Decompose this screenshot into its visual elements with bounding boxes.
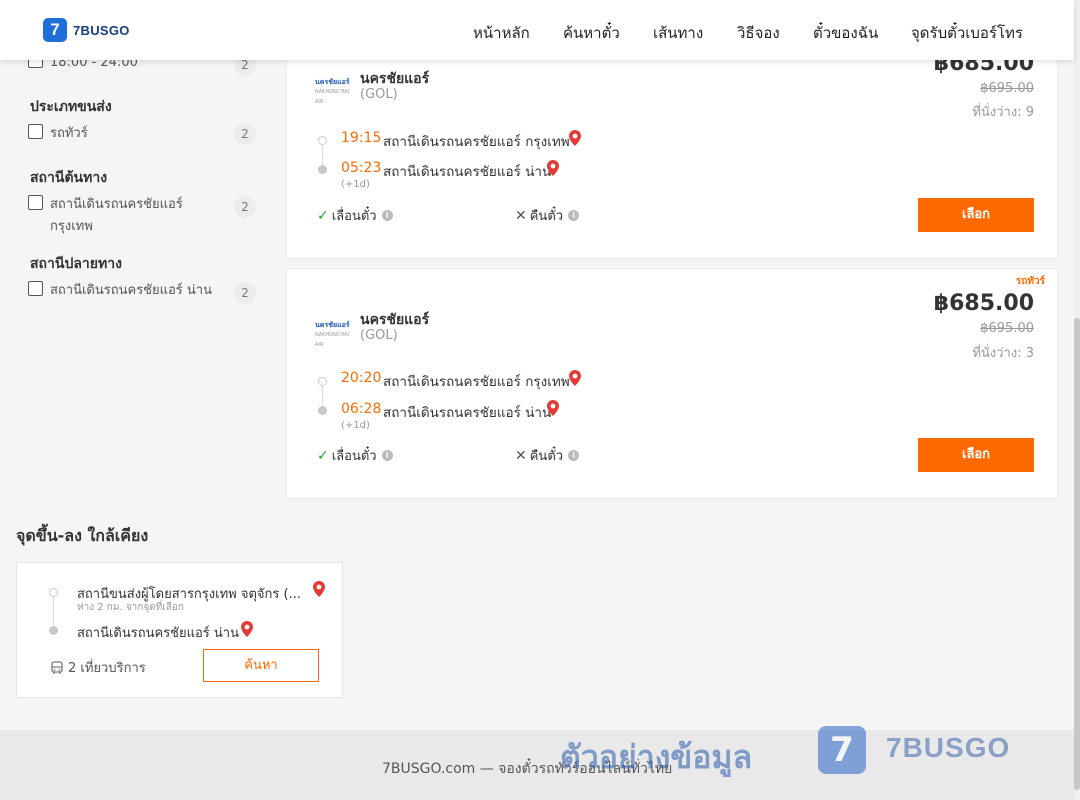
- map-pin-icon[interactable]: [547, 160, 559, 176]
- map-pin-icon[interactable]: [313, 581, 325, 597]
- cross-icon: ✕: [515, 207, 527, 224]
- depart-time: 19:15: [341, 130, 382, 146]
- sample-watermark: ตัวอย่างข้อมูล: [560, 738, 753, 776]
- checkbox[interactable]: [28, 195, 43, 210]
- to-dot: [49, 626, 58, 635]
- old-price: ฿695.00: [980, 321, 1034, 336]
- filter-origin-option[interactable]: สถานีเดินรถนครชัยแอร์ กรุงเทพ 2: [28, 194, 256, 238]
- map-pin-icon[interactable]: [569, 370, 581, 386]
- arrive-dot: [318, 165, 327, 174]
- nearby-route-card: สถานีขนส่งผู้โดยสารกรุงเทพ จตุจักร (... …: [16, 562, 343, 698]
- nearby-title: จุดขึ้น-ลง ใกล้เคียง: [16, 526, 149, 545]
- main-nav: หน้าหลัก ค้นหาตั๋ว เส้นทาง วิธีจอง ตั๋วข…: [0, 0, 1074, 60]
- count-badge: 2: [234, 196, 256, 218]
- depart-time: 20:20: [341, 370, 382, 386]
- select-trip-button[interactable]: เลือก: [918, 198, 1034, 232]
- trip-card: รถทัวร์ นครชัยแอร์ NAKHONCHAI AIR นครชัยแ…: [286, 268, 1058, 499]
- filter-destination-option[interactable]: สถานีเดินรถนครชัยแอร์ น่าน 2: [28, 280, 256, 304]
- change-ticket-label: เลื่อนตั๋ว: [331, 449, 377, 464]
- checkbox[interactable]: [28, 281, 43, 296]
- arrive-dot: [318, 406, 327, 415]
- check-icon: ✓: [317, 447, 329, 464]
- depart-dot: [318, 377, 327, 386]
- operator-logo: นครชัยแอร์ NAKHONCHAI AIR: [315, 321, 350, 348]
- arrive-station: สถานีเดินรถนครชัยแอร์ น่าน: [383, 405, 552, 421]
- refund-feature: ✕ คืนตั๋ว i: [515, 205, 580, 226]
- info-icon[interactable]: i: [568, 210, 580, 221]
- nav-routes[interactable]: เส้นทาง: [653, 21, 703, 45]
- filter-transport-option[interactable]: รถทัวร์ 2: [28, 123, 256, 145]
- check-icon: ✓: [317, 207, 329, 224]
- count-badge: 2: [234, 282, 256, 304]
- depart-dot: [318, 136, 327, 145]
- arrive-time: 06:28: [341, 401, 382, 417]
- seats-available: ที่นั่งว่าง: 3: [972, 346, 1034, 361]
- filter-title-origin: สถานีต้นทาง: [30, 170, 108, 186]
- cross-icon: ✕: [515, 447, 527, 464]
- route-line: [322, 145, 323, 165]
- nearby-distance: ห่าง 2 กม. จากจุดที่เลือก: [77, 602, 184, 613]
- depart-station: สถานีเดินรถนครชัยแอร์ กรุงเทพ: [383, 134, 570, 150]
- route-line: [53, 597, 54, 625]
- trip-card: นครชัยแอร์ NAKHONCHAI AIR นครชัยแอร์ (GOL…: [286, 30, 1058, 259]
- watermark-logo-mark: 7: [818, 726, 866, 774]
- nearby-to-station: สถานีเดินรถนครชัยแอร์ น่าน: [77, 626, 239, 641]
- filter-title-destination: สถานีปลายทาง: [30, 256, 122, 272]
- info-icon[interactable]: i: [381, 450, 393, 461]
- change-ticket-label: เลื่อนตั๋ว: [331, 209, 377, 224]
- operator-logo: นครชัยแอร์ NAKHONCHAI AIR: [315, 78, 350, 105]
- refund-label: คืนตั๋ว: [529, 449, 564, 464]
- depart-station: สถานีเดินรถนครชัยแอร์ กรุงเทพ: [383, 374, 570, 390]
- info-icon[interactable]: i: [381, 210, 393, 221]
- watermark-logo-text: 7BUSGO: [886, 732, 1011, 763]
- filter-origin-label: สถานีเดินรถนครชัยแอร์ กรุงเทพ: [50, 197, 183, 234]
- change-ticket-feature: ✓ เลื่อนตั๋ว i: [317, 205, 393, 226]
- old-price: ฿695.00: [980, 81, 1034, 96]
- filter-destination-label: สถานีเดินรถนครชัยแอร์ น่าน: [50, 283, 212, 298]
- count-badge: 2: [234, 123, 256, 145]
- trip-price: ฿685.00: [933, 291, 1034, 316]
- top-header: 7 7BUSGO หน้าหลัก ค้นหาตั๋ว เส้นทาง วิธี…: [0, 0, 1074, 60]
- nearby-search-button[interactable]: ค้นหา: [203, 649, 319, 682]
- nav-search-ticket[interactable]: ค้นหาตั๋ว: [563, 21, 620, 45]
- bus-type-tag: รถทัวร์: [1015, 276, 1045, 287]
- next-day-marker: (+1d): [341, 179, 370, 190]
- operator-code: (GOL): [360, 328, 398, 343]
- arrive-station: สถานีเดินรถนครชัยแอร์ น่าน: [383, 164, 552, 180]
- nav-my-tickets[interactable]: ตั๋วของฉัน: [813, 21, 878, 45]
- map-pin-icon[interactable]: [241, 621, 253, 637]
- refund-feature: ✕ คืนตั๋ว i: [515, 445, 580, 466]
- refund-label: คืนตั๋ว: [529, 209, 564, 224]
- next-day-marker: (+1d): [341, 420, 370, 431]
- scrollbar-thumb[interactable]: [1074, 318, 1080, 790]
- bus-icon: [51, 660, 63, 674]
- nav-how-to-book[interactable]: วิธีจอง: [737, 21, 780, 45]
- operator-code: (GOL): [360, 87, 398, 102]
- nav-ticket-pickup[interactable]: จุดรับตั๋วเบอร์โทร: [911, 21, 1023, 45]
- map-pin-icon[interactable]: [547, 400, 559, 416]
- checkbox[interactable]: [28, 124, 43, 139]
- route-line: [322, 386, 323, 406]
- map-pin-icon[interactable]: [569, 130, 581, 146]
- filter-transport-label: รถทัวร์: [50, 126, 88, 141]
- nearby-services: 2 เที่ยวบริการ: [50, 657, 146, 678]
- info-icon[interactable]: i: [568, 450, 580, 461]
- seats-available: ที่นั่งว่าง: 9: [972, 105, 1034, 120]
- nav-home[interactable]: หน้าหลัก: [473, 21, 530, 45]
- filter-title-transport: ประเภทขนส่ง: [30, 99, 112, 115]
- services-count: 2 เที่ยวบริการ: [68, 661, 146, 676]
- select-trip-button[interactable]: เลือก: [918, 438, 1034, 472]
- arrive-time: 05:23: [341, 160, 382, 176]
- change-ticket-feature: ✓ เลื่อนตั๋ว i: [317, 445, 393, 466]
- from-dot: [49, 588, 58, 597]
